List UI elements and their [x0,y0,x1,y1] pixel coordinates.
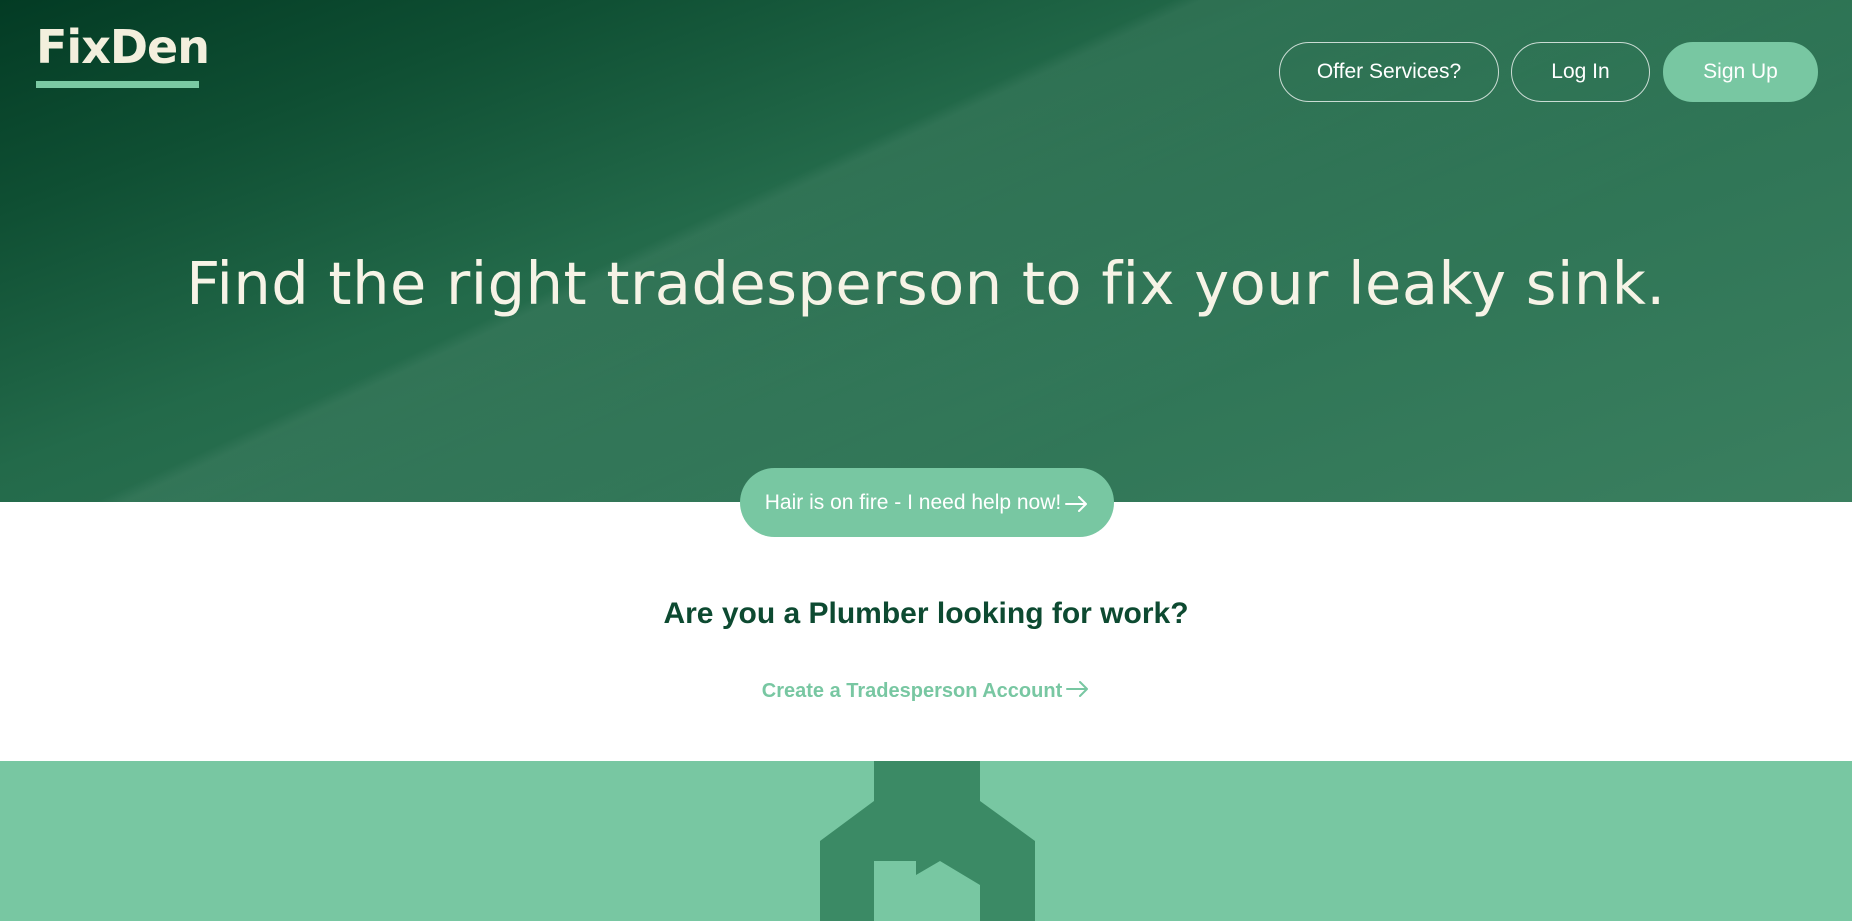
urgent-help-button[interactable]: Hair is on fire - I need help now! [740,468,1114,537]
hero-section: FixDen Offer Services? Log In Sign Up Fi… [0,0,1852,502]
footer-band [0,761,1852,921]
hero-headline: Find the right tradesperson to fix your … [186,249,1666,318]
create-tradesperson-account-link[interactable]: Create a Tradesperson Account [0,676,1852,706]
log-in-button[interactable]: Log In [1511,42,1650,102]
create-account-label: Create a Tradesperson Account [761,680,1063,702]
arrow-right-icon [1066,676,1090,706]
logo-underline [36,81,199,88]
sign-up-button[interactable]: Sign Up [1663,42,1818,102]
offer-services-button[interactable]: Offer Services? [1279,42,1499,102]
tradesperson-question: Are you a Plumber looking for work? [663,597,1189,630]
urgent-help-label: Hair is on fire - I need help now! [764,490,1062,514]
wrench-house-icon [820,761,1035,921]
arrow-right-icon [1065,490,1089,516]
logo[interactable]: FixDen [36,24,210,70]
